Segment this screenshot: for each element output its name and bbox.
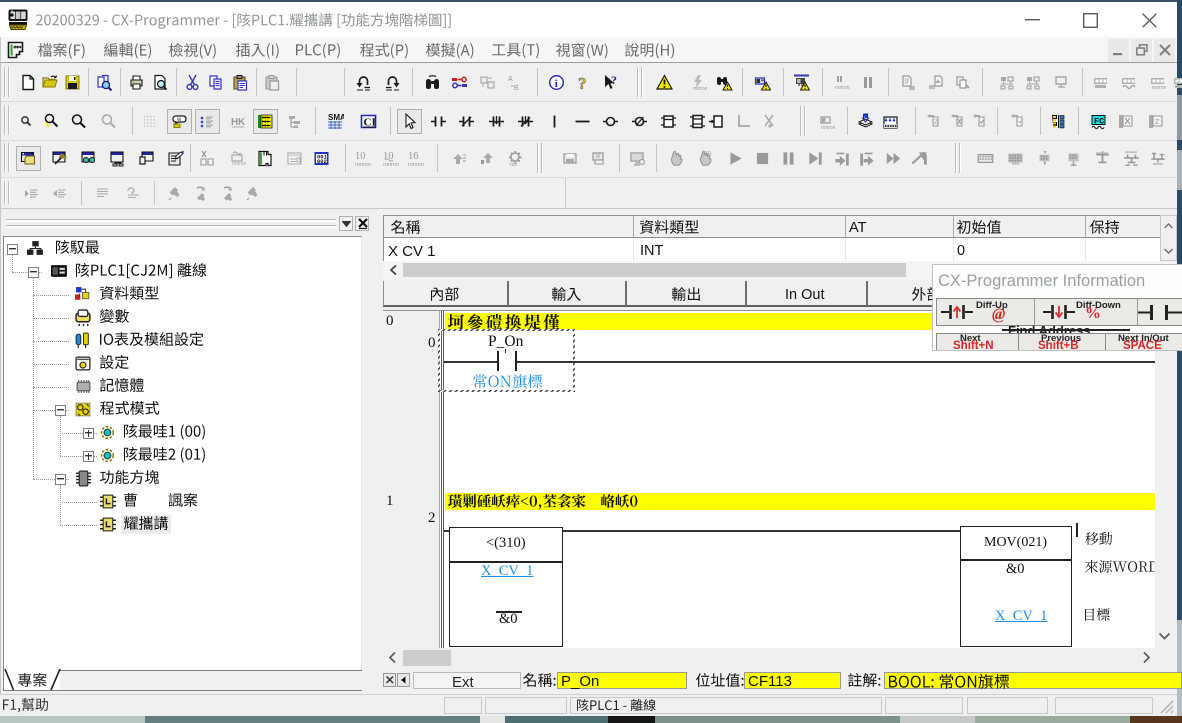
svg-text:FC: FC <box>1094 116 1104 126</box>
svg-text:ronron: ronron <box>693 86 707 91</box>
svg-text:?: ? <box>611 74 617 87</box>
svg-text:ronron: ronron <box>835 85 850 91</box>
svg-text:ronron: ronron <box>355 162 371 167</box>
svg-text:ronron: ronron <box>1152 85 1166 91</box>
svg-text:Z: Z <box>934 120 938 126</box>
svg-text:A: A <box>508 76 513 83</box>
svg-text:002: 002 <box>317 158 327 165</box>
svg-text:10: 10 <box>355 151 366 162</box>
svg-text:ron: ron <box>510 162 517 167</box>
svg-text:16: 16 <box>408 151 419 162</box>
svg-text:ronron: ronron <box>383 162 399 167</box>
svg-text:K: K <box>238 117 246 128</box>
svg-text:ronron: ronron <box>821 125 836 130</box>
svg-text:Z: Z <box>1155 119 1160 126</box>
svg-text:ronron: ronron <box>232 161 246 167</box>
svg-text:?: ? <box>578 74 587 91</box>
svg-text:B: B <box>514 85 519 91</box>
svg-text:ronron: ronron <box>408 162 424 167</box>
svg-text:i: i <box>554 78 557 90</box>
svg-text:CI: CI <box>363 116 375 128</box>
svg-text:STR: STR <box>701 151 711 157</box>
svg-text:SMA: SMA <box>328 113 344 122</box>
svg-text:w: w <box>176 117 182 123</box>
